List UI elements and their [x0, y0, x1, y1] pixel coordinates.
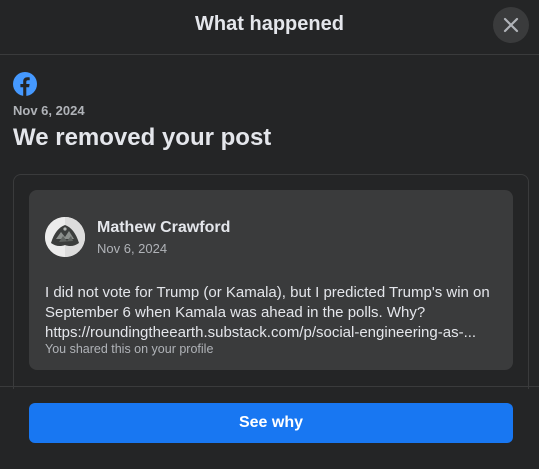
close-button[interactable]: [493, 7, 529, 43]
post-preview-card: Mathew Crawford Nov 6, 2024 I did not vo…: [29, 190, 513, 370]
what-happened-dialog: What happened Nov 6, 2024 We removed you…: [0, 0, 539, 469]
notice-date: Nov 6, 2024: [13, 103, 85, 118]
page-title: We removed your post: [13, 124, 272, 151]
footer-divider: [0, 386, 539, 387]
close-icon: [503, 17, 519, 33]
see-why-button[interactable]: See why: [29, 403, 513, 443]
dialog-header: What happened: [0, 0, 539, 55]
post-date[interactable]: Nov 6, 2024: [97, 241, 167, 256]
avatar: [45, 217, 85, 257]
post-text: I did not vote for Trump (or Kamala), bu…: [45, 283, 505, 343]
avatar-image: [45, 217, 85, 257]
post-author[interactable]: Mathew Crawford: [97, 219, 230, 237]
facebook-icon: [13, 72, 37, 96]
shared-note: You shared this on your profile: [45, 342, 214, 356]
post-link[interactable]: https://roundingtheearth.substack.com/p/…: [45, 323, 505, 343]
post-body: I did not vote for Trump (or Kamala), bu…: [45, 284, 490, 321]
dialog-title: What happened: [195, 13, 344, 35]
